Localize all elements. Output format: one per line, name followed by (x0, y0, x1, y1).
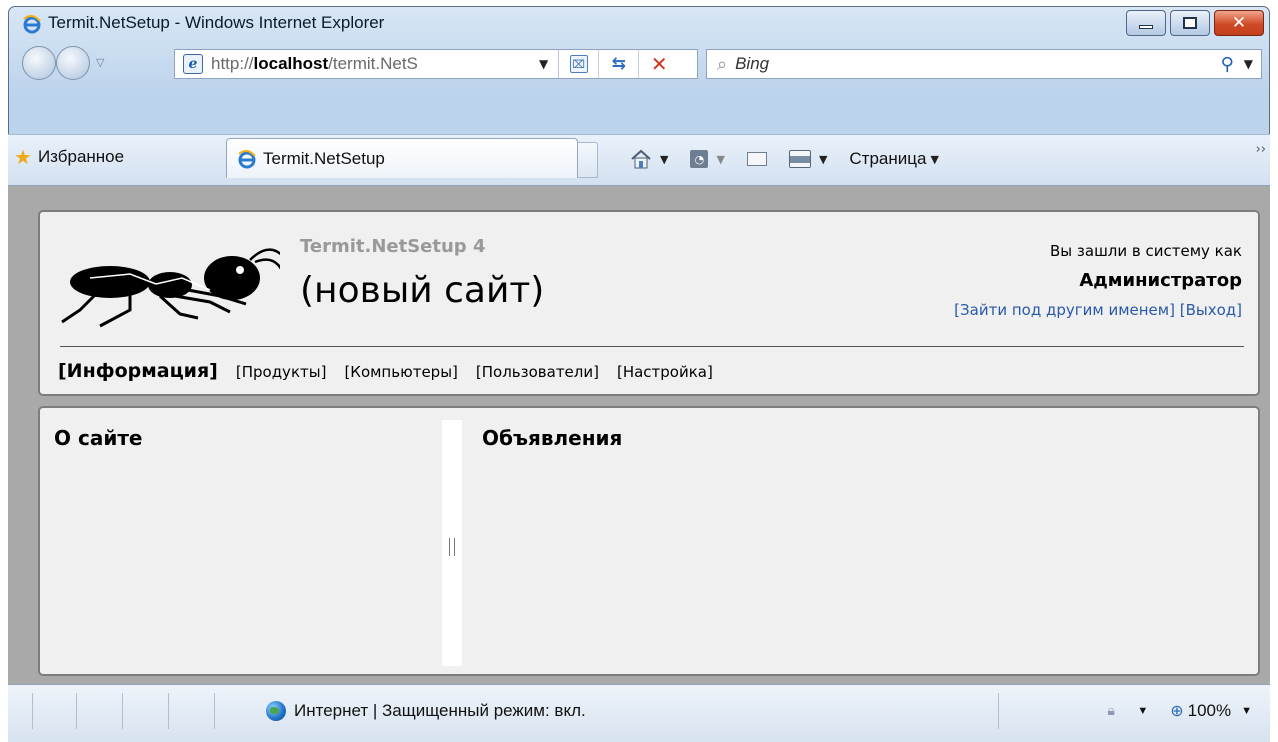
site-name-title: (новый сайт) (300, 270, 545, 311)
ie-tab-icon (238, 149, 256, 168)
status-separator (32, 693, 33, 729)
address-text[interactable]: http://localhost/termit.NetS (211, 54, 533, 74)
print-dropdown-icon[interactable]: ▼ (819, 153, 827, 166)
announcements-heading: Объявления (482, 426, 623, 450)
address-row: ▽ e http://localhost/termit.NetS ▼ ⌧ ⇆ ✕… (8, 44, 1270, 86)
close-icon: ✕ (1231, 12, 1247, 33)
column-splitter[interactable] (442, 420, 462, 666)
status-bar: Интернет | Защищенный режим: вкл. 🔒︎ ▼ ⊕… (8, 684, 1270, 742)
address-dropdown-icon[interactable]: ▼ (539, 57, 548, 71)
header-divider (60, 346, 1244, 347)
stop-button[interactable]: ✕ (639, 50, 679, 78)
globe-icon (266, 701, 286, 721)
zoom-level[interactable]: 100% (1188, 701, 1231, 721)
home-button[interactable]: ▼ (630, 149, 668, 169)
feeds-dropdown-icon[interactable]: ▼ (716, 153, 724, 166)
search-options-dropdown-icon[interactable]: ▼ (1244, 57, 1253, 71)
home-dropdown-icon[interactable]: ▼ (660, 153, 668, 166)
site-product-title: Termit.NetSetup 4 (300, 236, 486, 257)
switch-user-link[interactable]: [Зайти под другим именем] (954, 301, 1175, 319)
maximize-button[interactable] (1170, 10, 1210, 36)
zoom-icon[interactable]: ⊕ (1170, 701, 1183, 721)
login-prefix-text: Вы зашли в систему как (1050, 242, 1242, 260)
compatibility-view-icon: ⌧ (569, 55, 588, 73)
status-separator (168, 693, 169, 729)
main-menu: [Информация] [Продукты] [Компьютеры] [По… (58, 360, 731, 382)
read-mail-button[interactable] (746, 152, 767, 166)
protected-mode-dropdown-icon[interactable]: ▼ (1137, 705, 1148, 717)
status-separator (122, 693, 123, 729)
search-field-icon: ⌕ (717, 53, 728, 75)
forward-button[interactable] (56, 46, 90, 80)
window-controls: ✕ (1122, 10, 1264, 36)
status-right-tools: 🔒︎ ▼ ⊕ 100% ▼ (1107, 701, 1252, 721)
menu-item-computers[interactable]: [Компьютеры] (344, 363, 457, 381)
security-zone-text: Интернет | Защищенный режим: вкл. (294, 701, 586, 720)
favorites-button[interactable]: ★ Избранное (14, 145, 124, 169)
back-button[interactable] (22, 46, 56, 80)
print-button[interactable]: ▼ (788, 150, 827, 168)
compatibility-view-button[interactable]: ⌧ (559, 50, 600, 78)
tab-termit-netsetup[interactable]: Termit.NetSetup (226, 138, 578, 178)
more-commands-icon[interactable]: ›› (1256, 142, 1266, 157)
recent-pages-dropdown-icon[interactable]: ▽ (96, 56, 104, 69)
about-site-heading: О сайте (54, 426, 143, 450)
logged-in-user: Администратор (1079, 270, 1242, 291)
tab-label: Termit.NetSetup (263, 148, 385, 168)
home-icon (631, 149, 651, 169)
zoom-dropdown-icon[interactable]: ▼ (1241, 705, 1252, 717)
print-icon (788, 150, 811, 168)
minimize-icon (1139, 25, 1153, 29)
command-bar: ▼ ◔ ▼ ▼ Страница ▼ (630, 144, 961, 174)
refresh-button[interactable]: ⇆ (599, 50, 640, 78)
stop-icon: ✕ (650, 52, 668, 76)
protected-mode-icon[interactable]: 🔒︎ (1107, 702, 1129, 720)
status-separator (998, 693, 999, 729)
minimize-button[interactable] (1126, 10, 1166, 36)
search-box[interactable]: ⌕ Bing ⚲ ▼ (706, 49, 1262, 79)
close-button[interactable]: ✕ (1214, 10, 1264, 36)
page-menu-dropdown-icon: ▼ (930, 152, 939, 166)
favorites-label: Избранное (37, 147, 125, 166)
page-menu-button[interactable]: Страница ▼ (849, 149, 939, 169)
site-header-panel: Termit.NetSetup 4 (новый сайт) Вы зашли … (38, 210, 1260, 396)
menu-item-information[interactable]: [Информация] (58, 360, 218, 382)
page-menu-label: Страница (849, 149, 927, 168)
status-separator (76, 693, 77, 729)
mail-icon (746, 152, 767, 166)
login-info: Вы зашли в систему как Администратор [За… (954, 242, 1242, 319)
content-panel: О сайте Объявления (38, 406, 1260, 676)
ant-logo (61, 248, 280, 328)
window-title: Termit.NetSetup - Windows Internet Explo… (48, 13, 385, 32)
favorites-star-icon: ★ (14, 145, 32, 169)
menu-item-settings[interactable]: [Настройка] (617, 363, 713, 381)
feeds-icon: ◔ (690, 150, 709, 168)
search-icon[interactable]: ⚲ (1221, 54, 1234, 75)
maximize-icon (1183, 17, 1197, 29)
search-input[interactable]: Bing (735, 54, 1220, 74)
security-zone[interactable]: Интернет | Защищенный режим: вкл. (266, 701, 586, 721)
page-icon: e (183, 54, 203, 74)
refresh-icon: ⇆ (611, 54, 626, 74)
status-separator (214, 693, 215, 729)
menu-item-products[interactable]: [Продукты] (236, 363, 327, 381)
title-bar: Termit.NetSetup - Windows Internet Explo… (8, 6, 1270, 40)
ie-logo-icon (23, 15, 41, 34)
login-links: [Зайти под другим именем] [Выход] (954, 301, 1242, 319)
logout-link[interactable]: [Выход] (1180, 301, 1242, 319)
splitter-grip-icon[interactable] (449, 538, 455, 556)
address-bar[interactable]: e http://localhost/termit.NetS ▼ ⌧ ⇆ ✕ (174, 49, 698, 79)
menu-item-users[interactable]: [Пользователи] (476, 363, 599, 381)
feeds-button[interactable]: ◔ ▼ (690, 150, 725, 168)
